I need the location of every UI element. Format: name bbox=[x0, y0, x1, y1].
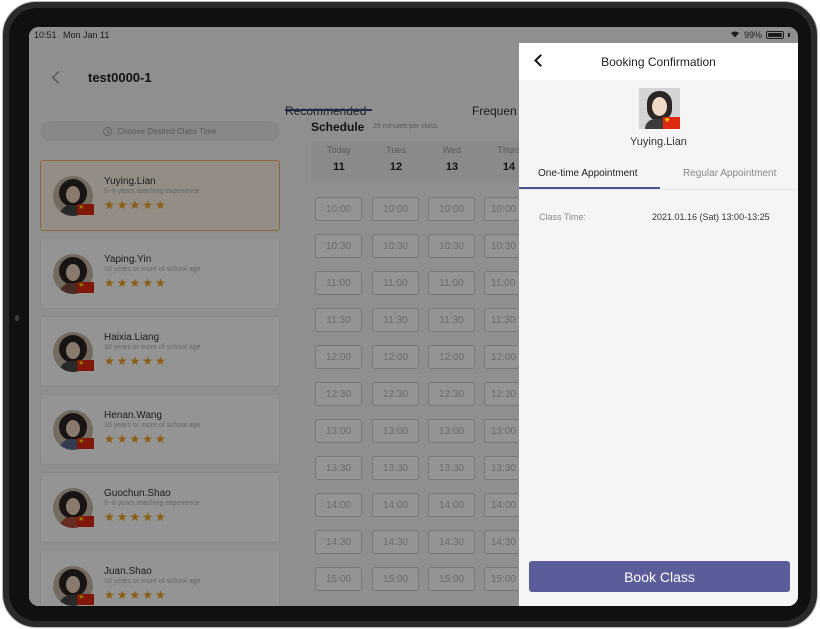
class-time-label: Class Time: bbox=[539, 212, 587, 222]
teacher-photo bbox=[639, 88, 680, 129]
panel-title: Booking Confirmation bbox=[601, 55, 716, 69]
camera-dot bbox=[15, 315, 19, 321]
china-flag-icon bbox=[663, 116, 680, 129]
tablet-frame: test0000-1 Recommended Frequen Choose De… bbox=[2, 1, 818, 628]
battery-icon bbox=[766, 31, 784, 39]
status-time: 10:51 bbox=[34, 30, 57, 40]
status-date: Mon Jan 11 bbox=[63, 30, 110, 40]
battery-tip bbox=[788, 33, 790, 37]
status-bar: 10:51 Mon Jan 11 99% bbox=[29, 27, 798, 43]
screen: test0000-1 Recommended Frequen Choose De… bbox=[29, 27, 798, 606]
divider bbox=[519, 189, 798, 190]
panel-header: Booking Confirmation bbox=[519, 43, 798, 80]
tab-regular-appointment[interactable]: Regular Appointment bbox=[683, 168, 776, 179]
tab-underline bbox=[519, 187, 660, 189]
battery-percent: 99% bbox=[743, 30, 762, 40]
book-class-button[interactable]: Book Class bbox=[529, 561, 790, 592]
teacher-name: Yuying.Lian bbox=[630, 136, 687, 148]
status-right: 99% bbox=[730, 30, 790, 40]
wifi-icon bbox=[730, 30, 740, 40]
tab-one-time-appointment[interactable]: One-time Appointment bbox=[538, 168, 638, 179]
booking-confirmation-panel: Booking Confirmation Yuying.Lian One-tim… bbox=[519, 43, 798, 606]
class-time-value: 2021.01.16 (Sat) 13:00-13:25 bbox=[652, 212, 770, 222]
